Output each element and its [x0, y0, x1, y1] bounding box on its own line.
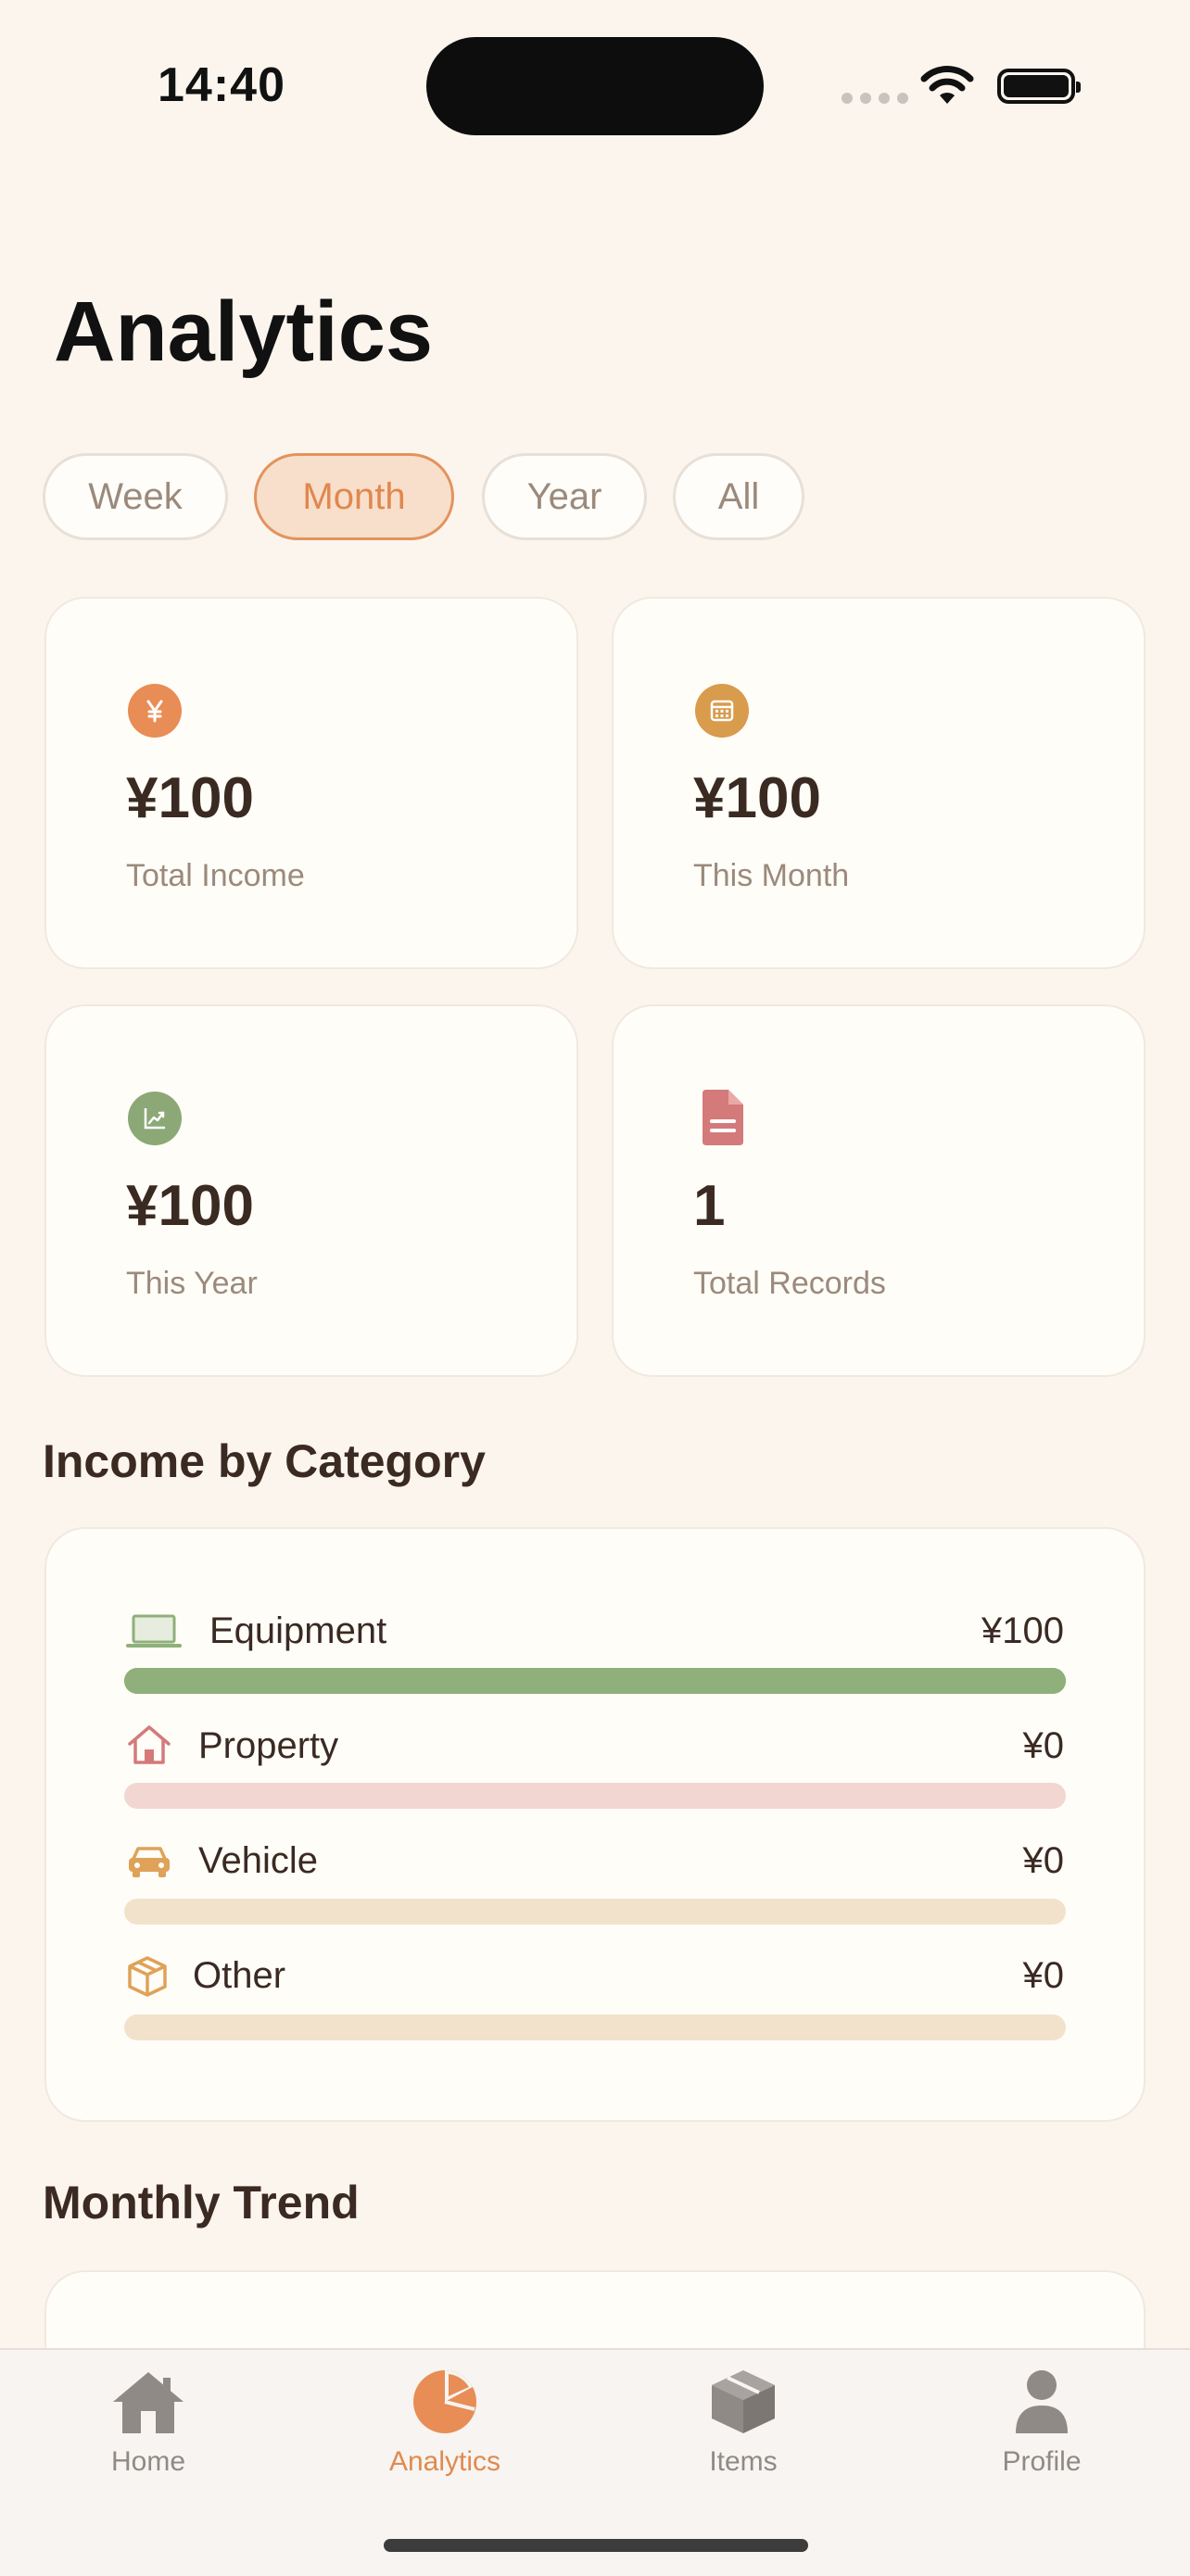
calendar-icon: [695, 684, 749, 738]
tab-home[interactable]: Home: [56, 2368, 241, 2478]
stat-value: 1: [693, 1174, 726, 1238]
trend-chart-icon: [128, 1092, 182, 1145]
box-icon: [712, 2370, 775, 2433]
tab-profile[interactable]: Profile: [949, 2368, 1134, 2478]
section-title-income-by-category: Income by Category: [43, 1435, 486, 1487]
category-name: Vehicle: [198, 1840, 318, 1881]
home-icon: [113, 2372, 184, 2433]
cellular-signal-icon: [842, 93, 908, 104]
document-icon: [703, 1090, 743, 1145]
box-icon: [128, 1956, 167, 1997]
category-name: Other: [193, 1955, 286, 1996]
status-time: 14:40: [158, 58, 285, 112]
tab-analytics[interactable]: Analytics: [352, 2368, 538, 2478]
category-bar-track: [124, 1668, 1066, 1694]
pie-chart-icon: [413, 2370, 476, 2433]
stat-label: Total Income: [126, 858, 305, 893]
stat-card-total-records: 1 Total Records: [612, 1004, 1146, 1377]
page-title: Analytics: [54, 284, 434, 379]
category-bar-track: [124, 1899, 1066, 1925]
category-bar-track: [124, 1783, 1066, 1809]
stat-card-this-year: ¥100 This Year: [44, 1004, 578, 1377]
stat-value: ¥100: [126, 766, 254, 830]
tab-items[interactable]: Items: [651, 2368, 836, 2478]
stat-card-this-month: ¥100 This Month: [612, 597, 1146, 969]
tab-label: Items: [709, 2446, 778, 2477]
stat-card-total-income: ¥100 Total Income: [44, 597, 578, 969]
category-name: Property: [198, 1725, 339, 1766]
stat-label: Total Records: [693, 1266, 886, 1301]
person-icon: [1016, 2370, 1068, 2433]
stat-value: ¥100: [126, 1174, 254, 1238]
stat-label: This Month: [693, 858, 850, 893]
category-value: ¥0: [1022, 1840, 1065, 1881]
filter-all[interactable]: All: [673, 453, 804, 540]
category-value: ¥0: [1022, 1955, 1065, 1996]
filter-week[interactable]: Week: [43, 453, 228, 540]
category-value: ¥100: [981, 1610, 1064, 1651]
filter-year[interactable]: Year: [482, 453, 647, 540]
dynamic-island: [426, 37, 764, 135]
filter-month[interactable]: Month: [254, 453, 454, 540]
tab-label: Analytics: [388, 2446, 501, 2477]
category-name: Equipment: [209, 1610, 387, 1651]
category-bar-fill: [124, 1668, 1066, 1694]
stat-label: This Year: [126, 1266, 258, 1301]
stat-value: ¥100: [693, 766, 821, 830]
tab-label: Profile: [1002, 2446, 1082, 2477]
laptop-icon: [126, 1614, 182, 1648]
wifi-icon: [920, 66, 974, 104]
car-icon: [129, 1847, 170, 1877]
category-value: ¥0: [1022, 1725, 1065, 1766]
house-icon: [128, 1725, 171, 1764]
category-bar-track: [124, 2014, 1066, 2040]
yen-icon: [128, 684, 182, 738]
battery-icon: [997, 69, 1081, 104]
tab-label: Home: [110, 2446, 186, 2477]
home-indicator: [384, 2539, 808, 2552]
section-title-monthly-trend: Monthly Trend: [43, 2177, 360, 2229]
